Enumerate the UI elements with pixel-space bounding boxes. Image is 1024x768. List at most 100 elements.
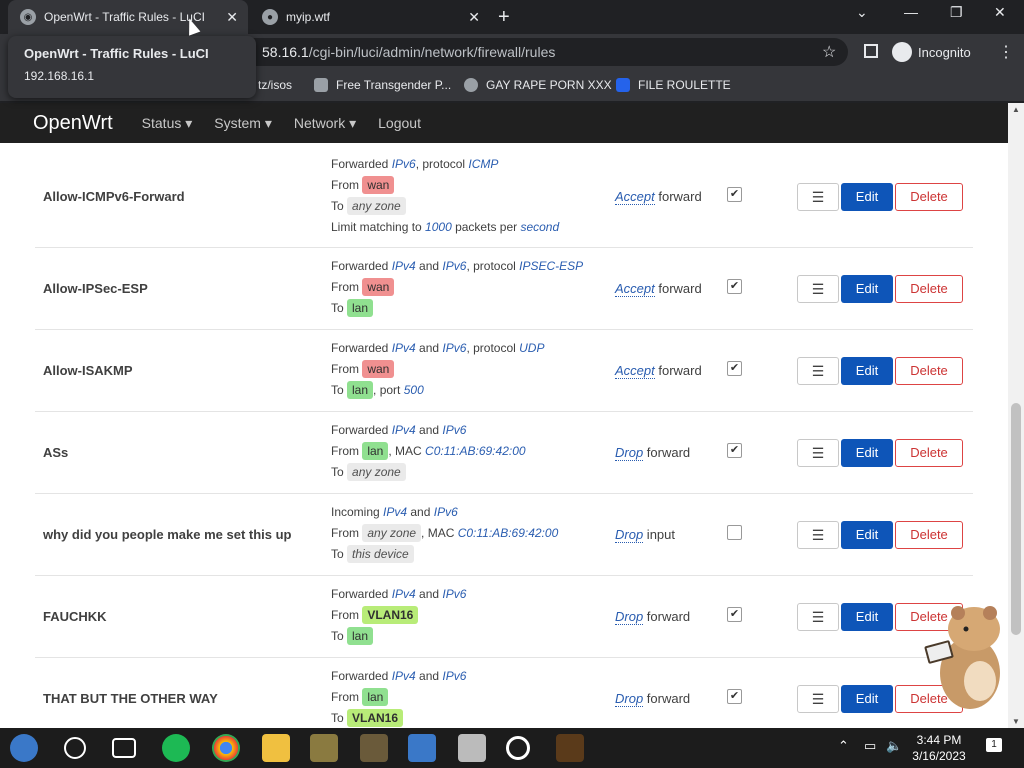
bookmark-star-icon[interactable]: ☆ bbox=[822, 42, 836, 62]
delete-button[interactable]: Delete bbox=[895, 275, 963, 303]
rule-text: , port bbox=[373, 383, 404, 397]
brand-logo[interactable]: OpenWrt bbox=[33, 112, 113, 135]
rule-action-target[interactable]: Accept bbox=[615, 363, 655, 379]
app-icon[interactable] bbox=[458, 734, 486, 762]
scroll-down-icon[interactable]: ▼ bbox=[1012, 717, 1020, 726]
app-icon[interactable] bbox=[310, 734, 338, 762]
rule-action-target[interactable]: Accept bbox=[615, 189, 655, 205]
delete-button[interactable]: Delete bbox=[895, 521, 963, 549]
delete-button[interactable]: Delete bbox=[895, 357, 963, 385]
network-icon[interactable]: ▭ bbox=[864, 738, 876, 754]
task-view-icon[interactable] bbox=[112, 738, 136, 758]
rule-description-line: From wan bbox=[331, 359, 544, 380]
drag-handle-button[interactable]: ☰ bbox=[797, 603, 839, 631]
system-clock[interactable]: 3:44 PM 3/16/2023 bbox=[904, 732, 974, 764]
rule-enabled-checkbox[interactable]: ✔ bbox=[727, 689, 742, 704]
page-viewport: OpenWrt Status ▾ System ▾ Network ▾ Logo… bbox=[0, 103, 1024, 728]
rule-value: IPv6 bbox=[442, 423, 467, 437]
rule-description-line: Forwarded IPv4 and IPv6 bbox=[331, 666, 466, 687]
rule-description-line: Limit matching to 1000 packets per secon… bbox=[331, 217, 559, 238]
rule-text: and bbox=[415, 423, 443, 437]
rule-text: , protocol bbox=[466, 259, 520, 273]
cortana-icon[interactable] bbox=[64, 737, 86, 759]
tab-search-icon[interactable]: ⌄ bbox=[856, 4, 868, 21]
drag-handle-button[interactable]: ☰ bbox=[797, 183, 839, 211]
rule-enabled-checkbox[interactable]: ✔ bbox=[727, 279, 742, 294]
edit-button[interactable]: Edit bbox=[841, 183, 893, 211]
rule-enabled-checkbox[interactable]: ✔ bbox=[727, 361, 742, 376]
rule-enabled-checkbox[interactable]: ✔ bbox=[727, 607, 742, 622]
rule-action-target[interactable]: Drop bbox=[615, 691, 644, 707]
spotify-icon[interactable] bbox=[162, 734, 190, 762]
page-scrollbar[interactable]: ▲ ▼ bbox=[1008, 103, 1024, 728]
tab-myip[interactable]: ● myip.wtf ✕ bbox=[250, 0, 490, 34]
close-tab-icon[interactable]: ✕ bbox=[468, 9, 480, 26]
rule-text: Forwarded bbox=[331, 587, 392, 601]
rule-action-target[interactable]: Drop bbox=[615, 527, 644, 543]
edit-button[interactable]: Edit bbox=[841, 603, 893, 631]
scrollbar-thumb[interactable] bbox=[1011, 403, 1021, 635]
rule-action: Accept forward bbox=[615, 363, 702, 379]
close-tab-icon[interactable]: ✕ bbox=[226, 9, 238, 26]
openwrt-favicon-icon: ◉ bbox=[20, 9, 36, 25]
rule-description-line: To lan bbox=[331, 298, 583, 319]
rule-action-target[interactable]: Accept bbox=[615, 281, 655, 297]
rule-enabled-checkbox[interactable]: ✔ bbox=[727, 443, 742, 458]
hamster-sticker-icon bbox=[924, 606, 1000, 709]
rule-text: and bbox=[415, 587, 443, 601]
rule-description: Forwarded IPv4 and IPv6 From VLAN16 To lan bbox=[331, 584, 466, 647]
tray-chevron-icon[interactable]: ⌃ bbox=[838, 738, 849, 754]
edit-button[interactable]: Edit bbox=[841, 521, 893, 549]
close-window-icon[interactable]: ✕ bbox=[994, 4, 1006, 21]
browser-menu-icon[interactable]: ⋮ bbox=[998, 42, 1014, 62]
zone-badge: lan bbox=[362, 442, 389, 460]
restore-icon[interactable]: ❐ bbox=[950, 4, 963, 21]
tab-openwrt[interactable]: ◉ OpenWrt - Traffic Rules - LuCI ✕ bbox=[8, 0, 248, 34]
notification-center-icon[interactable]: 1 bbox=[986, 738, 1002, 752]
rule-name: Allow-ICMPv6-Forward bbox=[43, 189, 185, 204]
edit-button[interactable]: Edit bbox=[841, 275, 893, 303]
edit-button[interactable]: Edit bbox=[841, 439, 893, 467]
rule-text: Forwarded bbox=[331, 669, 392, 683]
rule-action-target[interactable]: Drop bbox=[615, 609, 644, 625]
rule-enabled-checkbox[interactable] bbox=[727, 525, 742, 540]
start-button-icon[interactable] bbox=[10, 734, 38, 762]
rule-action-target[interactable]: Drop bbox=[615, 445, 644, 461]
incognito-indicator[interactable]: Incognito bbox=[892, 40, 971, 64]
delete-button[interactable]: Delete bbox=[895, 439, 963, 467]
volume-icon[interactable]: 🔈 bbox=[886, 738, 902, 754]
settings-gear-icon[interactable] bbox=[506, 736, 530, 760]
bookmark-favicon-icon bbox=[616, 78, 630, 92]
new-tab-icon[interactable]: + bbox=[498, 6, 510, 29]
rule-value: C0:11:AB:69:42:00 bbox=[457, 526, 559, 540]
rule-value: IPv6 bbox=[442, 669, 467, 683]
rule-row: ASs Forwarded IPv4 and IPv6 From lan, MAC … bbox=[35, 412, 973, 494]
bookmark-item[interactable]: Free Transgender P... bbox=[314, 78, 451, 92]
rule-enabled-checkbox[interactable]: ✔ bbox=[727, 187, 742, 202]
drag-handle-button[interactable]: ☰ bbox=[797, 357, 839, 385]
drag-handle-button[interactable]: ☰ bbox=[797, 685, 839, 713]
file-explorer-icon[interactable] bbox=[262, 734, 290, 762]
app-icon[interactable] bbox=[556, 734, 584, 762]
delete-button[interactable]: Delete bbox=[895, 183, 963, 211]
chrome-icon[interactable] bbox=[212, 734, 240, 762]
bookmark-item[interactable]: FILE ROULETTE bbox=[616, 78, 731, 92]
app-icon[interactable] bbox=[408, 734, 436, 762]
url-text[interactable]: 58.16.1/cgi-bin/luci/admin/network/firew… bbox=[262, 44, 555, 60]
scroll-up-icon[interactable]: ▲ bbox=[1012, 105, 1020, 114]
bookmark-isos[interactable]: tz/isos bbox=[258, 78, 292, 92]
drag-handle-button[interactable]: ☰ bbox=[797, 275, 839, 303]
drag-handle-button[interactable]: ☰ bbox=[797, 439, 839, 467]
nav-system[interactable]: System ▾ bbox=[214, 115, 272, 132]
rule-value: 500 bbox=[403, 383, 424, 397]
nav-network[interactable]: Network ▾ bbox=[294, 115, 356, 132]
edit-button[interactable]: Edit bbox=[841, 685, 893, 713]
edit-button[interactable]: Edit bbox=[841, 357, 893, 385]
side-panel-icon[interactable] bbox=[864, 44, 878, 58]
minimize-icon[interactable]: — bbox=[904, 4, 918, 20]
drag-handle-button[interactable]: ☰ bbox=[797, 521, 839, 549]
nav-logout[interactable]: Logout bbox=[378, 115, 421, 131]
app-icon[interactable] bbox=[360, 734, 388, 762]
nav-status[interactable]: Status ▾ bbox=[142, 115, 193, 132]
bookmark-item[interactable]: GAY RAPE PORN XXX bbox=[464, 78, 612, 92]
